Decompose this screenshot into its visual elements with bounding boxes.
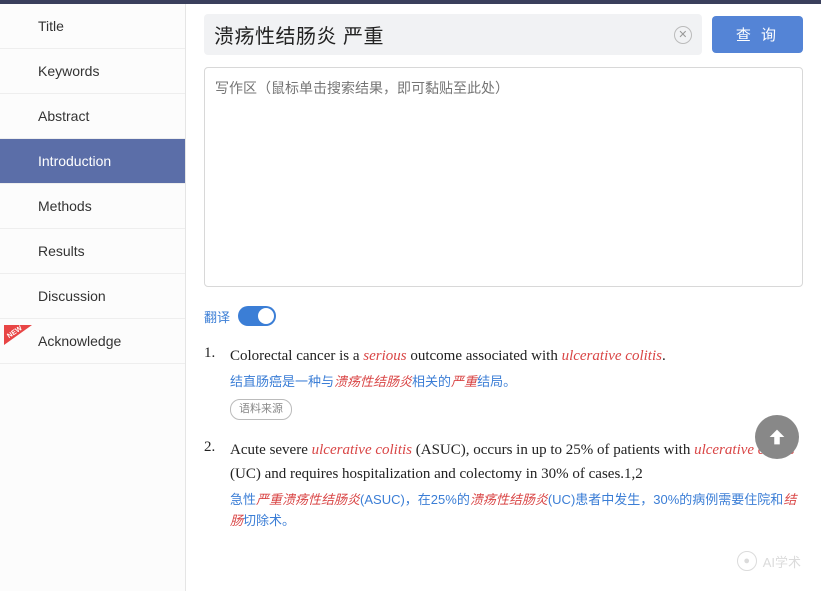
translate-toggle[interactable] [238, 306, 276, 326]
result-english: Acute severe ulcerative colitis (ASUC), … [230, 438, 803, 486]
sidebar-item-title[interactable]: Title [0, 4, 185, 49]
main-panel: 溃疡性结肠炎 严重 ✕ 查 询 翻译 1. Colorectal cancer … [186, 0, 821, 591]
scroll-top-button[interactable] [755, 415, 799, 459]
translate-label: 翻译 [204, 307, 230, 326]
source-tag[interactable]: 语料来源 [230, 399, 292, 421]
result-english: Colorectal cancer is a serious outcome a… [230, 344, 803, 368]
watermark: ● AI学术 [737, 551, 801, 571]
sidebar-item-keywords[interactable]: Keywords [0, 49, 185, 94]
result-number: 2. [204, 438, 220, 532]
write-textarea[interactable] [204, 67, 803, 287]
search-text: 溃疡性结肠炎 严重 [214, 20, 668, 49]
result-item[interactable]: 1. Colorectal cancer is a serious outcom… [204, 344, 803, 420]
result-chinese: 结直肠癌是一种与溃疡性结肠炎相关的严重结局。 [230, 372, 803, 393]
wechat-icon: ● [737, 551, 757, 571]
result-number: 1. [204, 344, 220, 420]
result-chinese: 急性严重溃疡性结肠炎(ASUC)，在25%的溃疡性结肠炎(UC)患者中发生，30… [230, 490, 803, 532]
new-badge: NEW [4, 325, 34, 345]
sidebar-item-introduction[interactable]: Introduction [0, 139, 185, 184]
clear-icon[interactable]: ✕ [674, 26, 692, 44]
sidebar-item-abstract[interactable]: Abstract [0, 94, 185, 139]
query-button[interactable]: 查 询 [712, 16, 803, 53]
sidebar: Title Keywords Abstract Introduction Met… [0, 0, 186, 591]
sidebar-item-results[interactable]: Results [0, 229, 185, 274]
sidebar-item-methods[interactable]: Methods [0, 184, 185, 229]
result-item[interactable]: 2. Acute severe ulcerative colitis (ASUC… [204, 438, 803, 532]
search-input[interactable]: 溃疡性结肠炎 严重 ✕ [204, 14, 702, 55]
results-list: 1. Colorectal cancer is a serious outcom… [204, 344, 803, 532]
sidebar-item-discussion[interactable]: Discussion [0, 274, 185, 319]
